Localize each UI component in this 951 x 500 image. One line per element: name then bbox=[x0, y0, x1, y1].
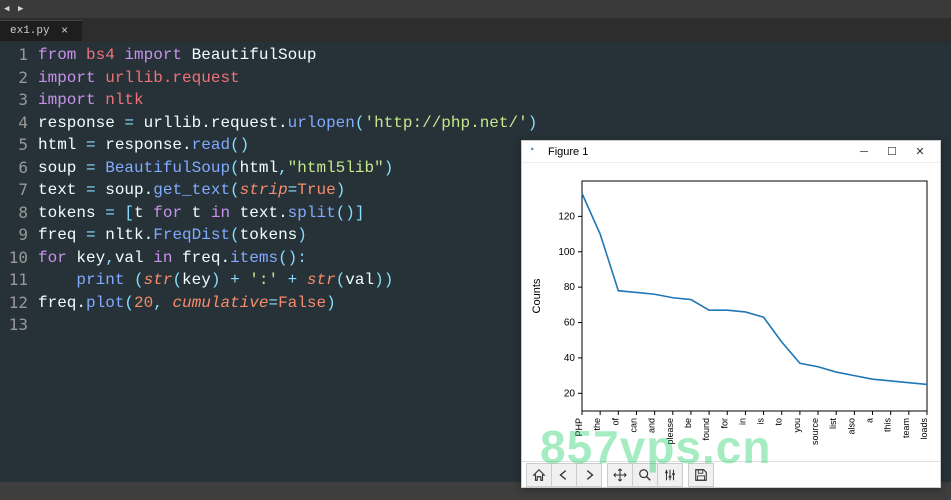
window-titlebar: ◀ ▶ bbox=[0, 0, 951, 18]
svg-text:80: 80 bbox=[564, 282, 576, 293]
maximize-button[interactable]: ☐ bbox=[878, 142, 906, 162]
line-number: 8 bbox=[0, 202, 38, 225]
svg-text:please: please bbox=[665, 418, 675, 445]
svg-text:team: team bbox=[901, 418, 911, 438]
figure-toolbar bbox=[522, 461, 940, 487]
svg-text:100: 100 bbox=[558, 247, 575, 258]
save-button[interactable] bbox=[688, 463, 714, 487]
svg-text:20: 20 bbox=[564, 388, 576, 399]
figure-window: ◔ Figure 1 ─ ☐ ✕ 20 40 60 80 100 120 PHP theofc… bbox=[521, 140, 941, 488]
nav-back-icon[interactable]: ◀ bbox=[4, 4, 14, 14]
svg-text:found: found bbox=[701, 418, 711, 441]
line-number: 1 bbox=[0, 44, 38, 67]
svg-text:60: 60 bbox=[564, 318, 576, 329]
svg-text:and: and bbox=[647, 418, 657, 433]
nav-forward-icon[interactable]: ▶ bbox=[18, 4, 28, 14]
svg-text:be: be bbox=[683, 418, 693, 428]
svg-text:is: is bbox=[756, 418, 766, 425]
line-number: 11 bbox=[0, 269, 38, 292]
svg-text:you: you bbox=[792, 418, 802, 433]
svg-text:in: in bbox=[737, 418, 747, 425]
close-icon[interactable]: × bbox=[58, 24, 72, 38]
svg-text:also: also bbox=[846, 418, 856, 435]
svg-text:source: source bbox=[810, 418, 820, 445]
plot-canvas: 20 40 60 80 100 120 PHP theofcanand please befoun… bbox=[522, 163, 940, 461]
svg-text:the: the bbox=[592, 418, 602, 431]
svg-text:PHP: PHP bbox=[574, 418, 584, 437]
code-line[interactable]: response = urllib.request.urlopen('http:… bbox=[38, 112, 951, 135]
line-number: 2 bbox=[0, 67, 38, 90]
back-button[interactable] bbox=[551, 463, 577, 487]
minimize-button[interactable]: ─ bbox=[850, 142, 878, 162]
svg-text:Counts: Counts bbox=[531, 278, 543, 313]
line-number: 9 bbox=[0, 224, 38, 247]
line-number: 3 bbox=[0, 89, 38, 112]
zoom-button[interactable] bbox=[632, 463, 658, 487]
svg-text:list: list bbox=[828, 418, 838, 429]
code-line[interactable]: import nltk bbox=[38, 89, 951, 112]
svg-text:this: this bbox=[883, 418, 893, 433]
line-number: 13 bbox=[0, 314, 38, 337]
code-line[interactable]: from bs4 import BeautifulSoup bbox=[38, 44, 951, 67]
line-number: 4 bbox=[0, 112, 38, 135]
line-gutter: 12345678910111213 bbox=[0, 42, 38, 482]
tab-bar: ex1.py × bbox=[0, 18, 951, 42]
line-number: 5 bbox=[0, 134, 38, 157]
tab-label: ex1.py bbox=[10, 25, 50, 37]
svg-text:to: to bbox=[774, 418, 784, 426]
svg-text:120: 120 bbox=[558, 211, 575, 222]
home-button[interactable] bbox=[526, 463, 552, 487]
configure-button[interactable] bbox=[657, 463, 683, 487]
figure-title: Figure 1 bbox=[548, 146, 850, 158]
line-number: 10 bbox=[0, 247, 38, 270]
svg-text:40: 40 bbox=[564, 353, 576, 364]
figure-titlebar[interactable]: ◔ Figure 1 ─ ☐ ✕ bbox=[522, 141, 940, 163]
line-number: 7 bbox=[0, 179, 38, 202]
file-tab[interactable]: ex1.py × bbox=[0, 20, 82, 41]
code-line[interactable]: import urllib.request bbox=[38, 67, 951, 90]
matplotlib-icon: ◔ bbox=[528, 145, 542, 159]
line-number: 12 bbox=[0, 292, 38, 315]
line-number: 6 bbox=[0, 157, 38, 180]
svg-text:a: a bbox=[865, 418, 875, 423]
forward-button[interactable] bbox=[576, 463, 602, 487]
svg-text:loads: loads bbox=[919, 418, 929, 440]
pan-button[interactable] bbox=[607, 463, 633, 487]
svg-text:of: of bbox=[610, 418, 620, 426]
svg-text:can: can bbox=[628, 418, 638, 433]
svg-text:for: for bbox=[719, 418, 729, 429]
chart-svg: 20 40 60 80 100 120 PHP theofcanand please befoun… bbox=[522, 163, 942, 461]
close-button[interactable]: ✕ bbox=[906, 142, 934, 162]
